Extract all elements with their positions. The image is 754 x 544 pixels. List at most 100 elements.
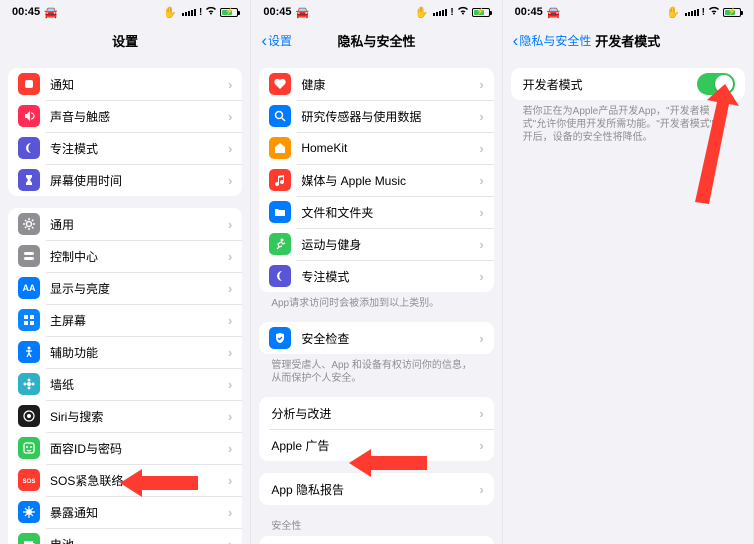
group-security: 开发者模式打开›锁定模式关闭› (259, 536, 493, 544)
hourglass-icon (18, 169, 40, 191)
chevron-right-icon: › (228, 141, 232, 156)
settings-row[interactable]: 安全检查› (259, 322, 493, 354)
settings-row[interactable]: 面容ID与密码› (8, 432, 242, 464)
research-icon (269, 105, 291, 127)
page-title: 开发者模式 (595, 31, 660, 50)
siri-icon (18, 405, 40, 427)
status-bar: 00:45🚘 ✋ ! ⚡ (503, 0, 753, 24)
chevron-right-icon: › (228, 217, 232, 232)
svg-text:SOS: SOS (23, 479, 36, 485)
rotation-lock-icon: ✋ (163, 6, 177, 19)
chevron-right-icon: › (228, 377, 232, 392)
settings-row[interactable]: 通用› (8, 208, 242, 240)
row-label: 研究传感器与使用数据 (301, 108, 479, 125)
chevron-right-icon: › (228, 441, 232, 456)
row-label: 通知 (50, 76, 228, 93)
group-data-access: 健康›研究传感器与使用数据›HomeKit›媒体与 Apple Music›文件… (259, 68, 493, 292)
run-icon (269, 233, 291, 255)
group-notifications: 通知›声音与触感›专注模式›屏幕使用时间› (8, 68, 242, 196)
row-label: 墙纸 (50, 376, 228, 393)
settings-row[interactable]: 通知› (8, 68, 242, 100)
shield-icon (269, 327, 291, 349)
sos-icon: SOS (18, 469, 40, 491)
row-label: 运动与健身 (301, 236, 479, 253)
settings-row[interactable]: 研究传感器与使用数据› (259, 100, 493, 132)
settings-row[interactable]: AA显示与亮度› (8, 272, 242, 304)
settings-row[interactable]: 主屏幕› (8, 304, 242, 336)
settings-row[interactable]: 声音与触感› (8, 100, 242, 132)
signal-icon (182, 9, 196, 16)
settings-row[interactable]: 开发者模式打开› (259, 536, 493, 544)
chevron-right-icon: › (479, 109, 483, 124)
settings-row[interactable]: 辅助功能› (8, 336, 242, 368)
row-label: 文件和文件夹 (301, 204, 479, 221)
row-label: 显示与亮度 (50, 280, 228, 297)
chevron-right-icon: › (228, 313, 232, 328)
settings-row[interactable]: 专注模式› (259, 260, 493, 292)
row-label: 分析与改进 (271, 405, 479, 422)
back-button[interactable]: ‹设置 (261, 32, 292, 49)
settings-row[interactable]: 墙纸› (8, 368, 242, 400)
chevron-right-icon: › (228, 77, 232, 92)
row-label: 通用 (50, 216, 228, 233)
settings-row[interactable]: Apple 广告› (259, 429, 493, 461)
settings-row[interactable]: 暴露通知› (8, 496, 242, 528)
row-label: 主屏幕 (50, 312, 228, 329)
aa-icon: AA (18, 277, 40, 299)
settings-row[interactable]: 屏幕使用时间› (8, 164, 242, 196)
group-general: 通用›控制中心›AA显示与亮度›主屏幕›辅助功能›墙纸›Siri与搜索›面容ID… (8, 208, 242, 544)
row-label: 声音与触感 (50, 108, 228, 125)
chevron-right-icon: › (228, 109, 232, 124)
row-label: HomeKit (301, 141, 479, 155)
status-right: ✋ ! ⚡ (163, 6, 238, 19)
svg-text:AA: AA (23, 283, 36, 293)
toggle-switch[interactable] (697, 73, 735, 95)
settings-row[interactable]: 健康› (259, 68, 493, 100)
footer-note: App请求访问时会被添加到以上类别。 (259, 292, 493, 310)
switches-icon (18, 245, 40, 267)
wifi-icon (205, 6, 217, 18)
row-label: App 隐私报告 (271, 481, 479, 498)
row-label: 电池 (50, 536, 228, 544)
settings-row[interactable]: 运动与健身› (259, 228, 493, 260)
settings-row[interactable]: 媒体与 Apple Music› (259, 164, 493, 196)
car-icon: 🚘 (44, 6, 58, 19)
chevron-right-icon: › (228, 409, 232, 424)
chevron-right-icon: › (479, 77, 483, 92)
settings-row[interactable]: SOSSOS紧急联络› (8, 464, 242, 496)
sound-icon (18, 105, 40, 127)
group-analytics: 分析与改进›Apple 广告› (259, 397, 493, 461)
row-label: 屏幕使用时间 (50, 172, 228, 189)
notif-icon (18, 73, 40, 95)
back-button[interactable]: ‹隐私与安全性 (513, 32, 592, 49)
chevron-left-icon: ‹ (513, 32, 519, 49)
row-label: 安全检查 (301, 330, 479, 347)
nav-bar: ‹设置 隐私与安全性 (251, 24, 501, 56)
chevron-right-icon: › (479, 482, 483, 497)
chevron-right-icon: › (228, 345, 232, 360)
group-safety-check: 安全检查› (259, 322, 493, 354)
chevron-right-icon: › (479, 406, 483, 421)
group-privacy-report: App 隐私报告› (259, 473, 493, 505)
row-label: 健康 (301, 76, 479, 93)
settings-row[interactable]: Siri与搜索› (8, 400, 242, 432)
row-label: SOS紧急联络 (50, 472, 228, 489)
settings-row[interactable]: 分析与改进› (259, 397, 493, 429)
settings-row[interactable]: 文件和文件夹› (259, 196, 493, 228)
moon-icon (269, 265, 291, 287)
row-developer-mode[interactable]: 开发者模式 (511, 68, 745, 100)
chevron-right-icon: › (228, 173, 232, 188)
settings-row[interactable]: HomeKit› (259, 132, 493, 164)
music-icon (269, 169, 291, 191)
settings-row[interactable]: 专注模式› (8, 132, 242, 164)
row-label: 控制中心 (50, 248, 228, 265)
settings-row[interactable]: App 隐私报告› (259, 473, 493, 505)
status-bar: 00:45🚘 ✋ ! ⚡ (251, 0, 501, 24)
access-icon (18, 341, 40, 363)
settings-row[interactable]: 控制中心› (8, 240, 242, 272)
chevron-right-icon: › (479, 205, 483, 220)
nav-bar: 设置 (0, 24, 250, 56)
gear-icon (18, 213, 40, 235)
settings-row[interactable]: 电池› (8, 528, 242, 544)
nav-bar: ‹隐私与安全性 开发者模式 (503, 24, 753, 56)
